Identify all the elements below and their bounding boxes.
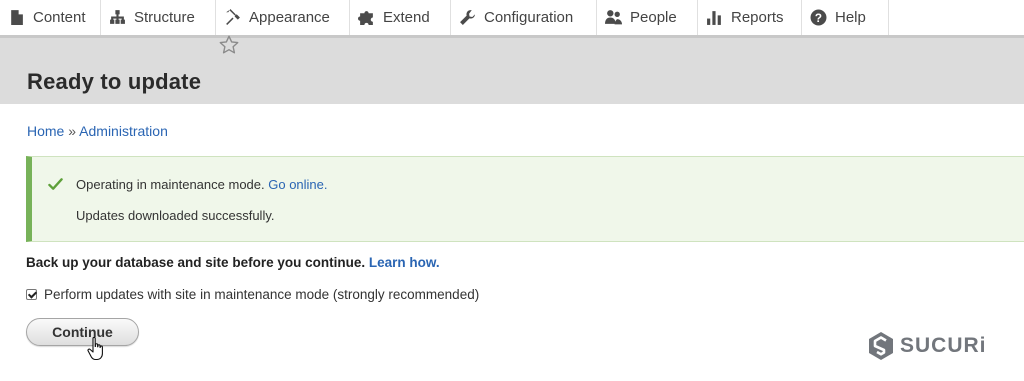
backup-notice-text: Back up your database and site before yo… [26, 255, 369, 270]
people-icon [605, 10, 622, 25]
maintenance-checkbox-row: Perform updates with site in maintenance… [26, 287, 479, 302]
structure-icon [110, 10, 125, 24]
toolbar-item-label: People [630, 9, 677, 26]
maintenance-mode-message: Operating in maintenance mode. Go online… [76, 177, 328, 192]
maintenance-mode-checkbox[interactable] [26, 289, 37, 300]
toolbar-item-label: Appearance [249, 9, 330, 26]
help-icon: ? [810, 9, 827, 26]
extend-icon [358, 11, 373, 25]
breadcrumb: Home » Administration [27, 123, 168, 139]
sucuri-watermark: SUCURi [867, 331, 987, 361]
toolbar-item-label: Reports [731, 9, 784, 26]
star-outline-icon[interactable] [218, 34, 240, 56]
configuration-icon [460, 10, 475, 25]
maintenance-mode-text: Operating in maintenance mode. [76, 177, 269, 192]
toolbar-item-help[interactable]: ? Help [802, 0, 889, 35]
hand-cursor-icon [87, 336, 103, 361]
toolbar-item-label: Content [33, 9, 86, 26]
appearance-icon [226, 9, 240, 25]
toolbar-item-content[interactable]: Content [0, 0, 101, 35]
updates-downloaded-message: Updates downloaded successfully. [76, 208, 275, 223]
learn-how-link[interactable]: Learn how. [369, 255, 440, 270]
page-title: Ready to update [27, 69, 202, 94]
breadcrumb-separator: » [68, 123, 80, 139]
toolbar-item-reports[interactable]: Reports [698, 0, 802, 35]
check-icon [48, 178, 63, 190]
reports-icon [707, 11, 721, 25]
toolbar-item-configuration[interactable]: Configuration [451, 0, 597, 35]
backup-notice: Back up your database and site before yo… [26, 255, 440, 270]
toolbar-item-label: Structure [134, 9, 195, 26]
admin-toolbar: Content Structure Appearance Extend Conf… [0, 0, 1024, 38]
status-message: Operating in maintenance mode. Go online… [26, 156, 1024, 242]
sucuri-logo-icon [869, 332, 893, 360]
continue-button[interactable]: Continue [26, 318, 139, 346]
svg-text:?: ? [815, 12, 822, 25]
breadcrumb-home-link[interactable]: Home [27, 123, 64, 139]
toolbar-item-extend[interactable]: Extend [350, 0, 451, 35]
page-header: Ready to update [0, 38, 1024, 104]
toolbar-item-appearance[interactable]: Appearance [216, 0, 350, 35]
content-icon [11, 10, 23, 25]
toolbar-item-people[interactable]: People [597, 0, 698, 35]
toolbar-item-label: Extend [383, 9, 430, 26]
toolbar-item-label: Configuration [484, 9, 574, 26]
watermark-text: SUCURi [900, 334, 987, 357]
toolbar-item-label: Help [835, 9, 866, 26]
toolbar-item-structure[interactable]: Structure [101, 0, 216, 35]
breadcrumb-administration-link[interactable]: Administration [79, 123, 168, 139]
go-online-link[interactable]: Go online. [268, 177, 327, 192]
maintenance-checkbox-label[interactable]: Perform updates with site in maintenance… [44, 287, 479, 302]
